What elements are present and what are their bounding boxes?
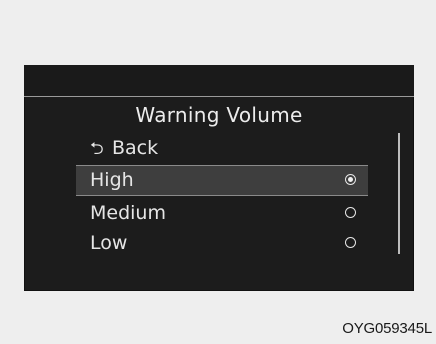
back-item-content: ⮌ Back bbox=[90, 134, 158, 164]
option-medium[interactable]: Medium bbox=[76, 199, 368, 228]
option-medium-label: Medium bbox=[90, 202, 166, 224]
option-high[interactable]: High bbox=[76, 165, 368, 196]
menu-title: Warning Volume bbox=[135, 103, 303, 127]
scrollbar[interactable] bbox=[398, 133, 400, 254]
radio-selected-icon bbox=[345, 174, 356, 185]
option-low[interactable]: Low bbox=[76, 229, 368, 258]
figure-code: OYG059345L bbox=[342, 320, 432, 337]
back-item[interactable]: ⮌ Back bbox=[76, 134, 368, 163]
option-low-label: Low bbox=[90, 232, 128, 254]
top-status-bar bbox=[24, 65, 414, 97]
radio-unselected-icon bbox=[345, 207, 356, 218]
radio-unselected-icon bbox=[345, 237, 356, 248]
option-high-label: High bbox=[90, 169, 134, 191]
display-screen: Warning Volume ⮌ Back High Medium Low bbox=[24, 65, 414, 291]
back-arrow-icon: ⮌ bbox=[90, 139, 104, 159]
back-label: Back bbox=[112, 137, 159, 159]
